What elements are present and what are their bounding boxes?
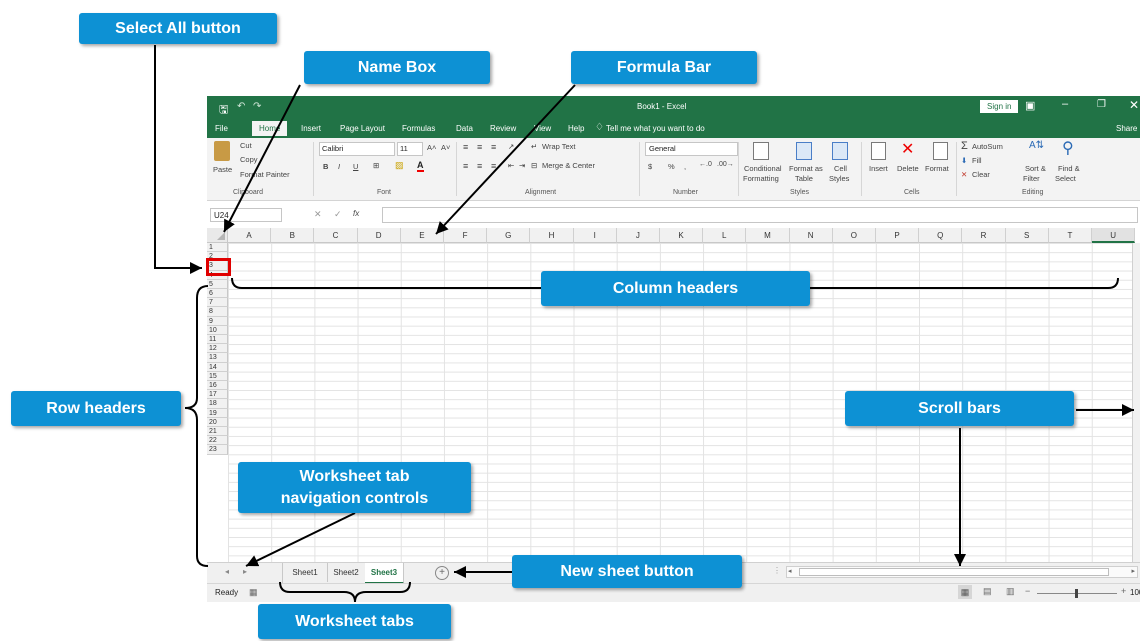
callout-name-box: Name Box: [304, 51, 490, 84]
callout-tab-navigation-line2: navigation controls: [280, 489, 429, 507]
select-all-arrow: [154, 45, 202, 274]
worksheet-tabs-brace: [279, 581, 411, 603]
callout-formula-bar: Formula Bar: [571, 51, 757, 84]
callout-row-headers: Row headers: [11, 391, 181, 426]
row-headers-brace: [184, 285, 209, 567]
callout-tab-navigation: Worksheet tab navigation controls: [238, 462, 471, 513]
callout-new-sheet: New sheet button: [512, 555, 742, 588]
name-box-arrow: [223, 84, 301, 233]
callout-worksheet-tabs: Worksheet tabs: [258, 604, 451, 639]
tab-navigation-arrow: [245, 512, 356, 567]
callout-select-all: Select All button: [79, 13, 277, 44]
callout-scroll-bars: Scroll bars: [845, 391, 1074, 426]
callout-column-headers: Column headers: [541, 271, 810, 306]
formula-bar-arrow: [435, 84, 576, 235]
annotation-arrows: [154, 45, 1134, 603]
callout-tab-navigation-line1: Worksheet tab: [299, 467, 410, 485]
